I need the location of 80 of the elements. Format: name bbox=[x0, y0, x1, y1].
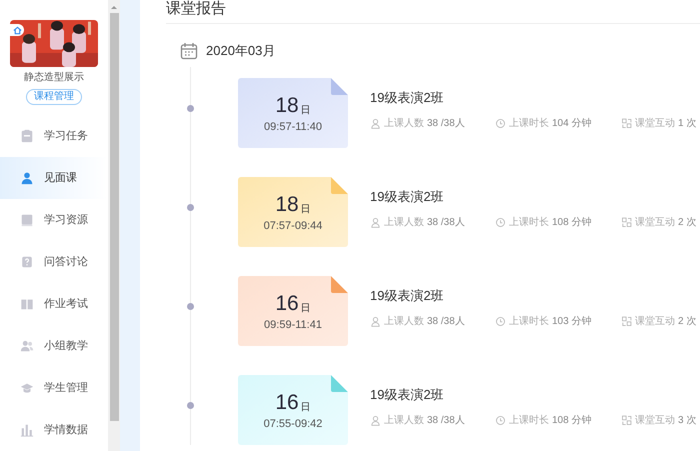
calendar-icon bbox=[180, 42, 198, 60]
date-card[interactable]: 16 日 07:55-09:42 bbox=[238, 374, 348, 444]
stat-label: 上课人数 bbox=[384, 414, 424, 428]
day-number: 16 bbox=[275, 392, 299, 414]
time-range: 07:57-09:44 bbox=[264, 219, 322, 233]
page-title: 课堂报告 bbox=[166, 0, 226, 18]
stat-value: 38 /38人 bbox=[427, 414, 465, 428]
class-name[interactable]: 19级表演2班 bbox=[370, 387, 444, 403]
stat-label: 上课时长 bbox=[509, 116, 549, 131]
day-number: 18 bbox=[275, 194, 299, 216]
time-range: 09:59-11:41 bbox=[264, 318, 322, 332]
nav-item[interactable]: 问答讨论 bbox=[0, 241, 108, 283]
stat-value: 2 次 bbox=[678, 315, 696, 329]
clipboard-icon bbox=[20, 129, 34, 143]
stat-value: 104 分钟 bbox=[552, 116, 592, 131]
stat-label: 上课人数 bbox=[384, 216, 424, 230]
people-icon bbox=[370, 118, 381, 129]
stat-value: 3 次 bbox=[678, 414, 696, 428]
time-range: 09:57-11:40 bbox=[264, 120, 322, 134]
nav-item[interactable]: 学情数据 bbox=[0, 409, 108, 451]
date-card[interactable]: 16 日 09:59-11:41 bbox=[238, 276, 348, 346]
date-card[interactable]: 18 日 07:57-09:44 bbox=[238, 176, 348, 246]
clock-icon bbox=[495, 118, 506, 129]
stat-label: 课堂互动 bbox=[635, 116, 675, 131]
nav-item[interactable]: 小组教学 bbox=[0, 325, 108, 367]
day-unit: 日 bbox=[300, 105, 311, 117]
squares-icon bbox=[621, 217, 632, 228]
stat-value: 38 /38人 bbox=[427, 117, 465, 131]
stat-label: 上课时长 bbox=[509, 216, 549, 230]
nav-item[interactable]: 学习任务 bbox=[0, 115, 108, 157]
day-number: 16 bbox=[275, 293, 299, 315]
stat-label: 上课时长 bbox=[509, 314, 549, 329]
nav-item[interactable]: 学习资源 bbox=[0, 199, 108, 241]
scrollbar-thumb[interactable] bbox=[110, 13, 118, 421]
stat-value: 38 /38人 bbox=[427, 216, 465, 230]
group-icon bbox=[20, 339, 34, 353]
scroll-up-icon[interactable] bbox=[111, 5, 117, 10]
book-icon bbox=[20, 213, 34, 227]
home-badge[interactable] bbox=[10, 24, 24, 36]
openbook-icon bbox=[20, 297, 34, 311]
stat-value: 103 分钟 bbox=[552, 314, 592, 329]
question-icon bbox=[20, 255, 34, 269]
class-name[interactable]: 19级表演2班 bbox=[370, 288, 444, 304]
people-icon bbox=[370, 316, 381, 327]
stat-label: 课堂互动 bbox=[635, 414, 675, 428]
day-number: 18 bbox=[275, 95, 299, 117]
stat-value: 108 分钟 bbox=[552, 216, 592, 230]
nav-item[interactable]: 作业考试 bbox=[0, 283, 108, 325]
cap-icon bbox=[20, 381, 34, 395]
stat-label: 上课时长 bbox=[509, 414, 549, 428]
bars-icon bbox=[20, 423, 34, 437]
stat-value: 2 次 bbox=[678, 216, 696, 230]
day-unit: 日 bbox=[300, 303, 311, 315]
stat-value: 38 /38人 bbox=[427, 315, 465, 329]
course-name: 静态造型展示 bbox=[24, 70, 84, 85]
people-icon bbox=[370, 415, 381, 426]
squares-icon bbox=[621, 415, 632, 426]
stat-label: 上课人数 bbox=[384, 314, 424, 329]
person-icon bbox=[20, 171, 34, 185]
class-name[interactable]: 19级表演2班 bbox=[370, 189, 444, 205]
squares-icon bbox=[621, 118, 632, 129]
clock-icon bbox=[495, 316, 506, 327]
squares-icon bbox=[621, 316, 632, 327]
clock-icon bbox=[495, 415, 506, 426]
month-label: 2020年03月 bbox=[206, 42, 276, 60]
day-unit: 日 bbox=[300, 204, 311, 216]
date-card[interactable]: 18 日 09:57-11:40 bbox=[238, 78, 348, 148]
clock-icon bbox=[495, 217, 506, 228]
class-name[interactable]: 19级表演2班 bbox=[370, 90, 444, 106]
day-unit: 日 bbox=[300, 402, 311, 414]
time-range: 07:55-09:42 bbox=[264, 417, 322, 431]
scrollbar[interactable] bbox=[108, 0, 120, 451]
stat-value: 1 次 bbox=[678, 117, 696, 131]
stat-label: 上课人数 bbox=[384, 116, 424, 131]
stat-value: 108 分钟 bbox=[552, 414, 592, 428]
home-icon bbox=[12, 26, 22, 34]
people-icon bbox=[370, 217, 381, 228]
stat-label: 课堂互动 bbox=[635, 314, 675, 329]
nav-item[interactable]: 学生管理 bbox=[0, 367, 108, 409]
stat-label: 课堂互动 bbox=[635, 216, 675, 230]
